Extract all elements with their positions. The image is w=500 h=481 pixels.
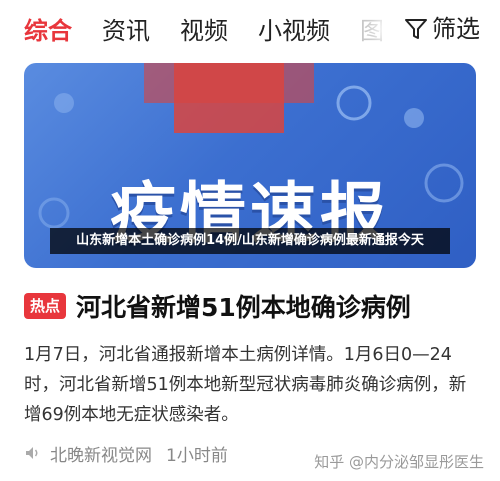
watermark: 知乎 @内分泌邹显彤医生 xyxy=(314,453,484,471)
tab-images[interactable]: 图 xyxy=(360,19,384,43)
tab-comprehensive[interactable]: 综合 xyxy=(24,19,72,43)
filter-icon xyxy=(405,19,427,39)
article-summary[interactable]: 1月7日，河北省通报新增本土病例详情。1月6日0—24时，河北省新增51例本地新… xyxy=(24,340,480,430)
banner-caption: 山东新增本土确诊病例14例/山东新增确诊病例最新通报今天 xyxy=(0,218,500,264)
tab-short-video[interactable]: 小视频 xyxy=(258,19,330,43)
article-title[interactable]: 河北省新增51例本地确诊病例 xyxy=(76,288,411,324)
filter-label: 筛选 xyxy=(432,15,480,43)
article-headline[interactable]: 热点 河北省新增51例本地确诊病例 xyxy=(24,288,411,324)
tab-news[interactable]: 资讯 xyxy=(102,19,150,43)
filter-button[interactable]: 筛选 xyxy=(390,17,480,41)
banner-caption-text: 山东新增本土确诊病例14例/山东新增确诊病例最新通报今天 xyxy=(50,228,450,254)
article-source[interactable]: 北晚新视觉网 xyxy=(50,441,152,466)
article-time: 1小时前 xyxy=(166,445,228,466)
tab-video[interactable]: 视频 xyxy=(180,19,228,43)
speaker-icon xyxy=(26,447,38,459)
hot-badge: 热点 xyxy=(24,293,67,319)
